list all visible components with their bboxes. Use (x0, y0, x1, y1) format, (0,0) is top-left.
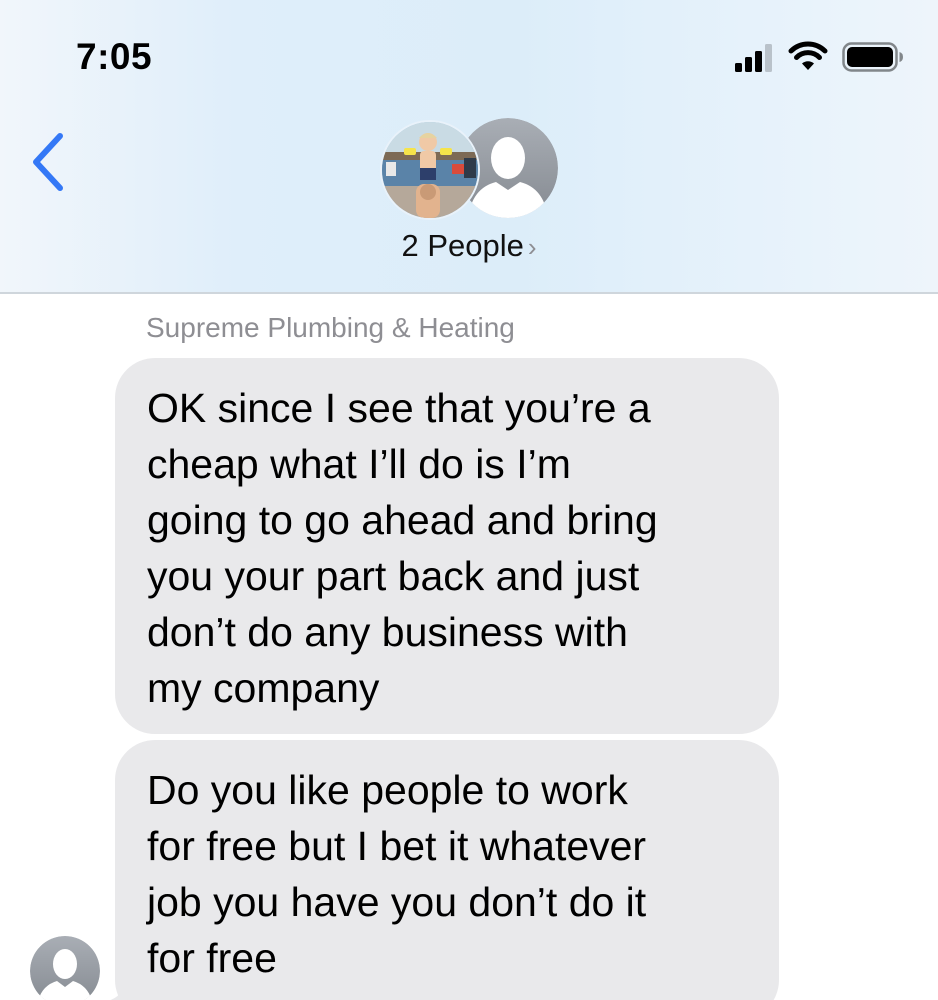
back-chevron-icon[interactable] (28, 130, 68, 194)
message-text: Do you like people to work for free but … (147, 767, 647, 981)
contact-avatar[interactable] (30, 936, 100, 1000)
messages-screen: 7:05 2 People › Supreme Plumbing & Heati… (0, 0, 938, 1000)
battery-icon (842, 42, 903, 72)
group-photo-avatar (380, 120, 480, 220)
people-count-label: 2 People (401, 228, 524, 263)
chevron-right-icon: › (527, 232, 537, 262)
wifi-icon (788, 41, 828, 70)
cellular-signal-icon (735, 44, 772, 72)
group-avatars[interactable] (380, 118, 560, 222)
sender-name: Supreme Plumbing & Heating (146, 312, 515, 343)
conversation-details-link[interactable]: 2 People › (0, 228, 938, 264)
status-time: 7:05 (76, 36, 153, 77)
conversation-header: 7:05 2 People › (0, 0, 938, 294)
message-bubble[interactable]: OK since I see that you’re a cheap what … (115, 358, 779, 734)
message-text: OK since I see that you’re a cheap what … (147, 385, 658, 711)
bubble-tail (110, 972, 140, 1000)
message-bubble[interactable]: Do you like people to work for free but … (115, 740, 779, 1000)
